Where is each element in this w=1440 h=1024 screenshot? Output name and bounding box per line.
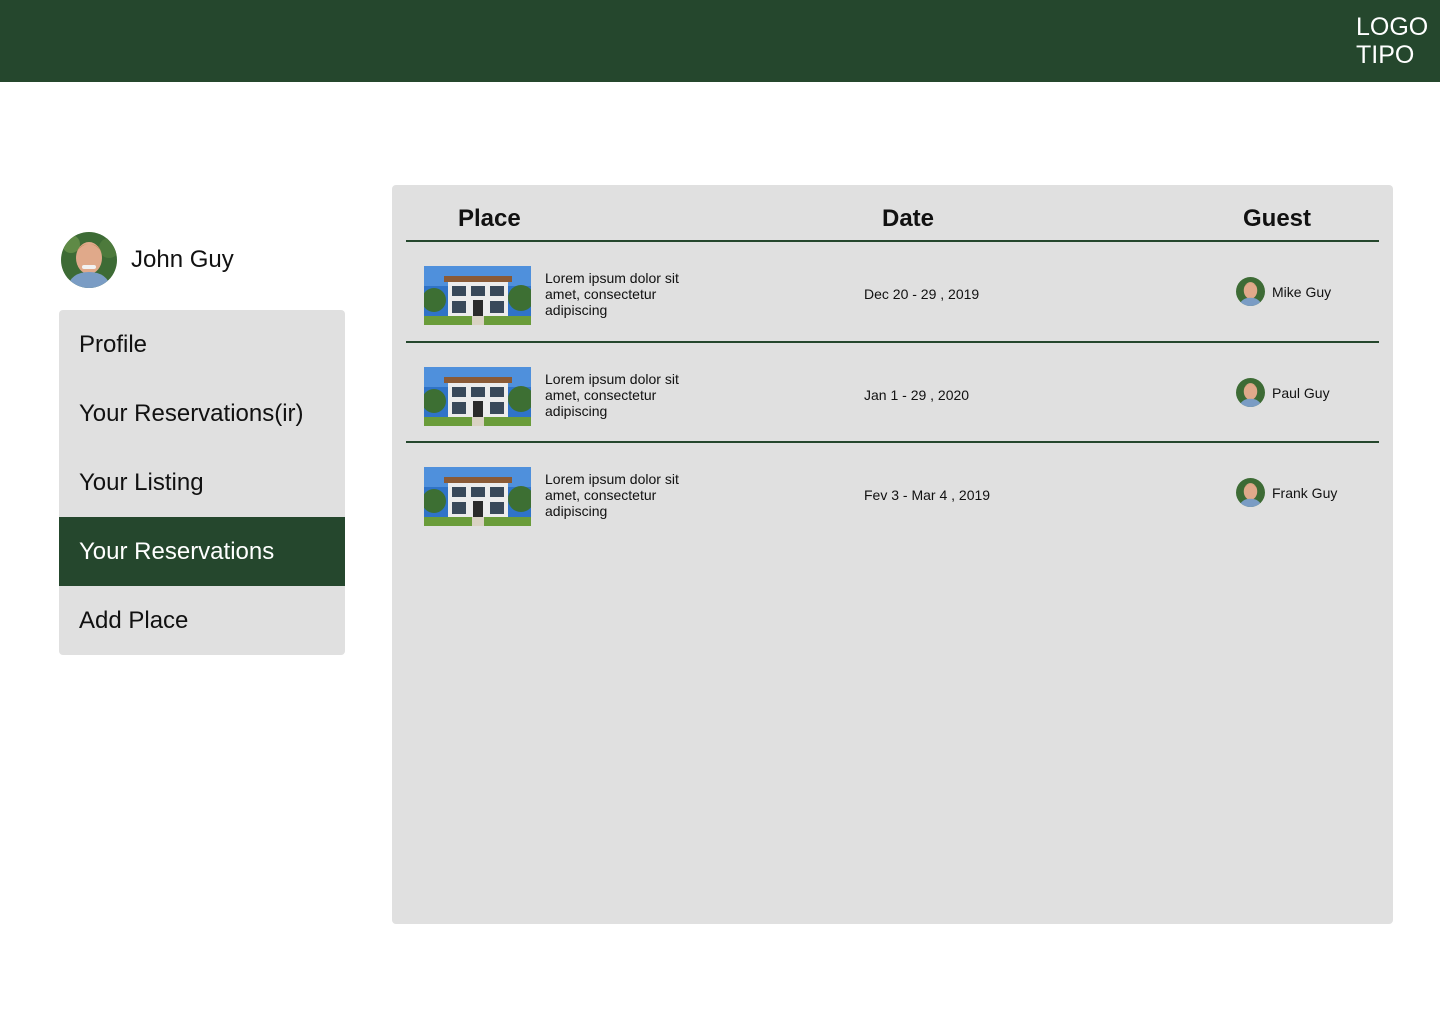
- menu-item-your-reservations-ir[interactable]: Your Reservations(ir): [59, 379, 345, 448]
- place-thumbnail: [424, 367, 531, 426]
- top-header: LOGO TIPO: [0, 0, 1440, 82]
- place-description: Lorem ipsum dolor sit amet, consectetur …: [545, 471, 679, 519]
- guest[interactable]: Mike Guy: [1236, 277, 1331, 306]
- guest-name: Mike Guy: [1272, 283, 1332, 300]
- guest-avatar: [1236, 478, 1265, 507]
- reservations-panel: Place Date Guest Lorem ipsum dolor sit a…: [392, 185, 1393, 924]
- reservation-date: Fev 3 - Mar 4 , 2019: [864, 487, 991, 503]
- table-row[interactable]: Lorem ipsum dolor sit amet, consectetur …: [392, 367, 1393, 467]
- menu-item-label: Your Reservations(ir): [79, 399, 304, 427]
- menu-item-add-place[interactable]: Add Place: [59, 586, 345, 655]
- user-profile: John Guy: [61, 232, 234, 288]
- menu-item-your-listing[interactable]: Your Listing: [59, 448, 345, 517]
- menu-item-label: Your Reservations: [79, 537, 275, 565]
- menu-item-label: Your Listing: [79, 468, 204, 496]
- column-header-place: Place: [458, 205, 521, 232]
- column-header-date: Date: [882, 205, 935, 232]
- place-thumbnail: [424, 467, 531, 526]
- menu-item-label: Profile: [79, 330, 148, 358]
- reservation-date: Jan 1 - 29 , 2020: [864, 387, 970, 403]
- avatar[interactable]: [61, 232, 117, 288]
- logo-line-1: LOGO: [1356, 13, 1429, 41]
- place-thumbnail: [424, 266, 531, 325]
- guest-avatar: [1236, 378, 1265, 407]
- place-description: Lorem ipsum dolor sit amet, consectetur …: [545, 270, 679, 318]
- logo-line-2: TIPO: [1356, 41, 1415, 69]
- place-description: Lorem ipsum dolor sit amet, consectetur …: [545, 371, 679, 419]
- row-divider: [406, 341, 1379, 343]
- guest[interactable]: Frank Guy: [1236, 478, 1337, 507]
- row-divider: [406, 441, 1379, 443]
- menu-item-label: Add Place: [79, 606, 189, 634]
- guest[interactable]: Paul Guy: [1236, 378, 1330, 407]
- table-row[interactable]: Lorem ipsum dolor sit amet, consectetur …: [392, 266, 1393, 366]
- guest-avatar: [1236, 277, 1265, 306]
- reservation-date: Dec 20 - 29 , 2019: [864, 286, 980, 302]
- user-name: John Guy: [131, 246, 234, 273]
- table-row[interactable]: Lorem ipsum dolor sit amet, consectetur …: [392, 467, 1393, 567]
- menu-item-profile[interactable]: Profile: [59, 310, 345, 379]
- menu-item-your-reservations[interactable]: Your Reservations: [59, 517, 345, 586]
- logo[interactable]: LOGO TIPO: [1356, 13, 1429, 69]
- column-header-guest: Guest: [1243, 205, 1312, 232]
- guest-name: Frank Guy: [1272, 484, 1338, 501]
- guest-name: Paul Guy: [1272, 384, 1330, 401]
- header-divider: [406, 240, 1379, 242]
- sidebar-menu: Profile Your Reservations(ir) Your Listi…: [59, 310, 345, 655]
